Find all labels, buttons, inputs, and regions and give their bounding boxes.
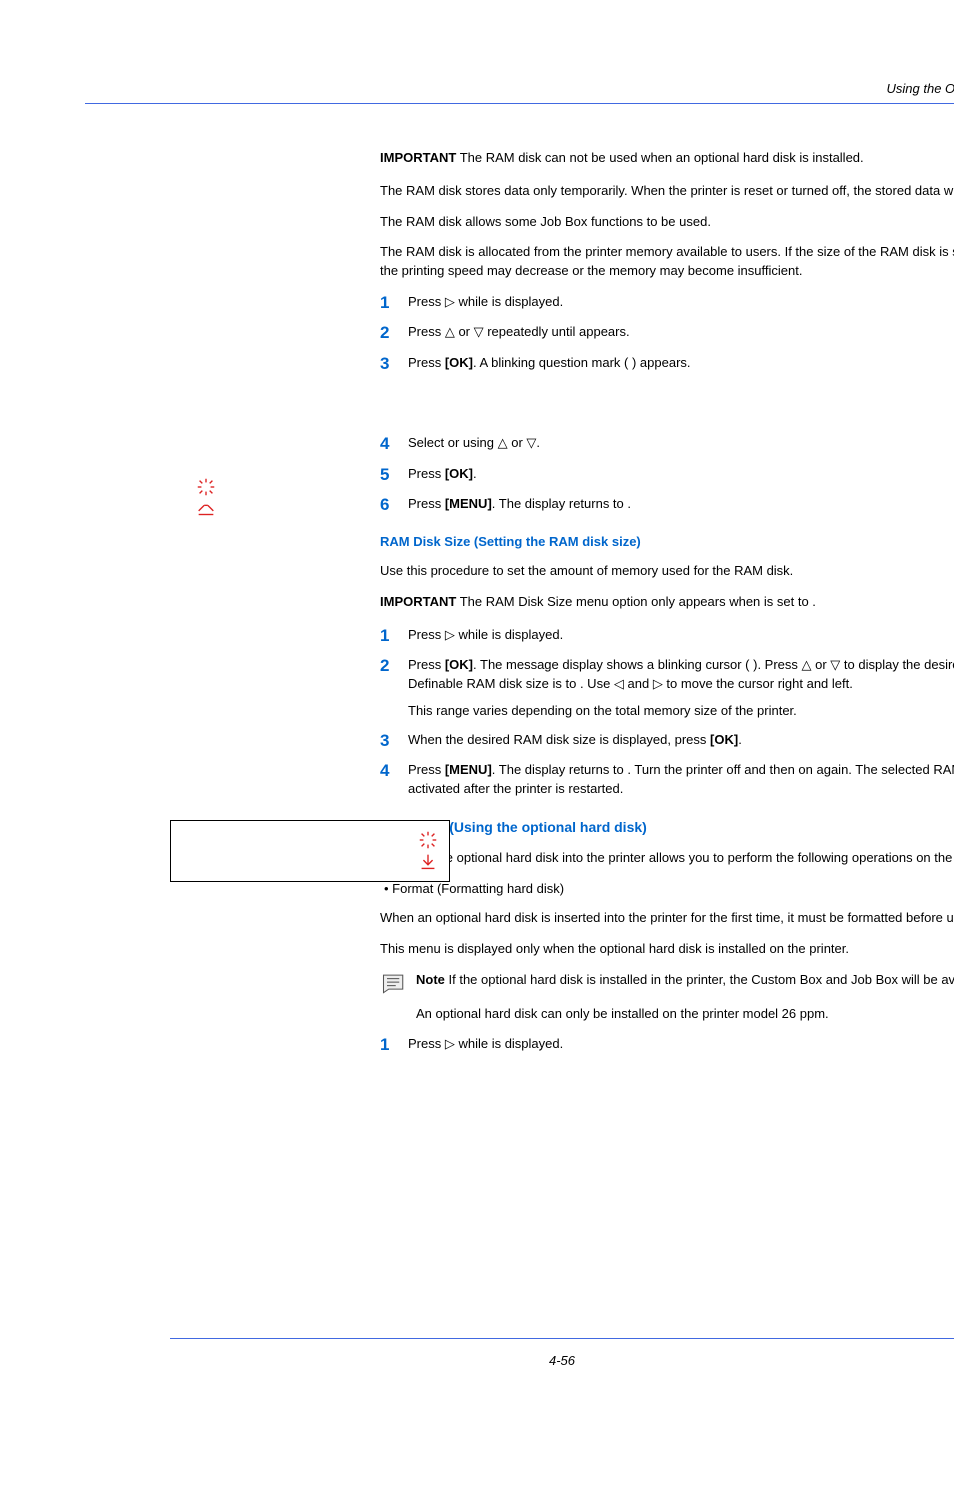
step-number: 1 [380,293,408,313]
paragraph: The RAM disk is allocated from the print… [380,243,954,281]
paragraph: This menu is displayed only when the opt… [380,940,954,959]
paragraph: The RAM disk allows some Job Box functio… [380,213,954,232]
led-indicator-group [195,498,217,520]
step-item: 6 Press [MENU]. The display returns to . [380,495,954,515]
step-text: Press ▷ while is displayed. [408,293,954,312]
sub-heading: RAM Disk Size (Setting the RAM disk size… [380,533,954,552]
important-text: The RAM Disk Size menu option only appea… [456,594,816,609]
lcd-display-row [181,851,439,873]
header-section-title: Using the Operation Panel [85,80,954,99]
step-number: 4 [380,434,408,454]
paragraph: The RAM disk stores data only temporaril… [380,182,954,201]
important-label: IMPORTANT [380,150,456,165]
section-heading: Hard Disk (Using the optional hard disk) [380,817,954,837]
lcd-display-box [170,820,450,882]
important-label: IMPORTANT [380,594,456,609]
note-icon [380,971,408,995]
step-text: Press [MENU]. The display returns to . T… [408,761,954,799]
paragraph: Installing the optional hard disk into t… [380,849,954,868]
step-number: 3 [380,354,408,374]
important-block: IMPORTANT The RAM disk can not be used w… [380,149,954,168]
footer-rule [170,1338,954,1339]
step-text: When the desired RAM disk size is displa… [408,731,954,750]
indicator-icon-red [195,498,217,520]
step-text: Press [OK]. A blinking question mark ( )… [408,354,954,373]
step-number: 5 [380,465,408,485]
step-item: 3 When the desired RAM disk size is disp… [380,731,954,751]
important-block: IMPORTANT The RAM Disk Size menu option … [380,593,954,612]
step-item: 3 Press [OK]. A blinking question mark (… [380,354,954,374]
step-text: Press [OK]. [408,465,954,484]
step-item: 2 Press [OK]. The message display shows … [380,656,954,721]
step-item: 1 Press ▷ while is displayed. [380,1035,954,1055]
step-item: 1 Press ▷ while is displayed. [380,626,954,646]
step-number: 1 [380,626,408,646]
step-number: 2 [380,323,408,343]
note-block: Note If the optional hard disk is instal… [380,971,954,995]
step-item: 1 Press ▷ while is displayed. [380,293,954,313]
led-indicator-group [195,476,217,498]
bullet-item: • Format (Formatting hard disk) [384,880,954,899]
step-item: 2 Press △ or ▽ repeatedly until appears. [380,323,954,343]
note-sub-text: An optional hard disk can only be instal… [416,1005,954,1024]
step-text: Press ▷ while is displayed. [408,626,954,645]
step-text: Select or using △ or ▽. [408,434,954,453]
step-number: 4 [380,761,408,781]
sun-icon-red [195,476,217,498]
step-number: 6 [380,495,408,515]
paragraph: Use this procedure to set the amount of … [380,562,954,581]
lcd-display-row [181,829,439,851]
step-text: Press ▷ while is displayed. [408,1035,954,1054]
download-icon-red [417,851,439,873]
step-text: Press [OK]. The message display shows a … [408,656,954,721]
step-item: 4 Select or using △ or ▽. [380,434,954,454]
note-text: Note If the optional hard disk is instal… [416,971,954,990]
step-item: 4 Press [MENU]. The display returns to .… [380,761,954,799]
step-number: 3 [380,731,408,751]
step-text: Press △ or ▽ repeatedly until appears. [408,323,954,342]
paragraph: When an optional hard disk is inserted i… [380,909,954,928]
header-rule [85,103,954,104]
page-number: 4-56 [85,1352,954,1371]
step-item: 5 Press [OK]. [380,465,954,485]
sun-icon-red [417,829,439,851]
important-text: The RAM disk can not be used when an opt… [456,150,863,165]
step-text: Press [MENU]. The display returns to . [408,495,954,514]
step-number: 1 [380,1035,408,1055]
step-number: 2 [380,656,408,676]
